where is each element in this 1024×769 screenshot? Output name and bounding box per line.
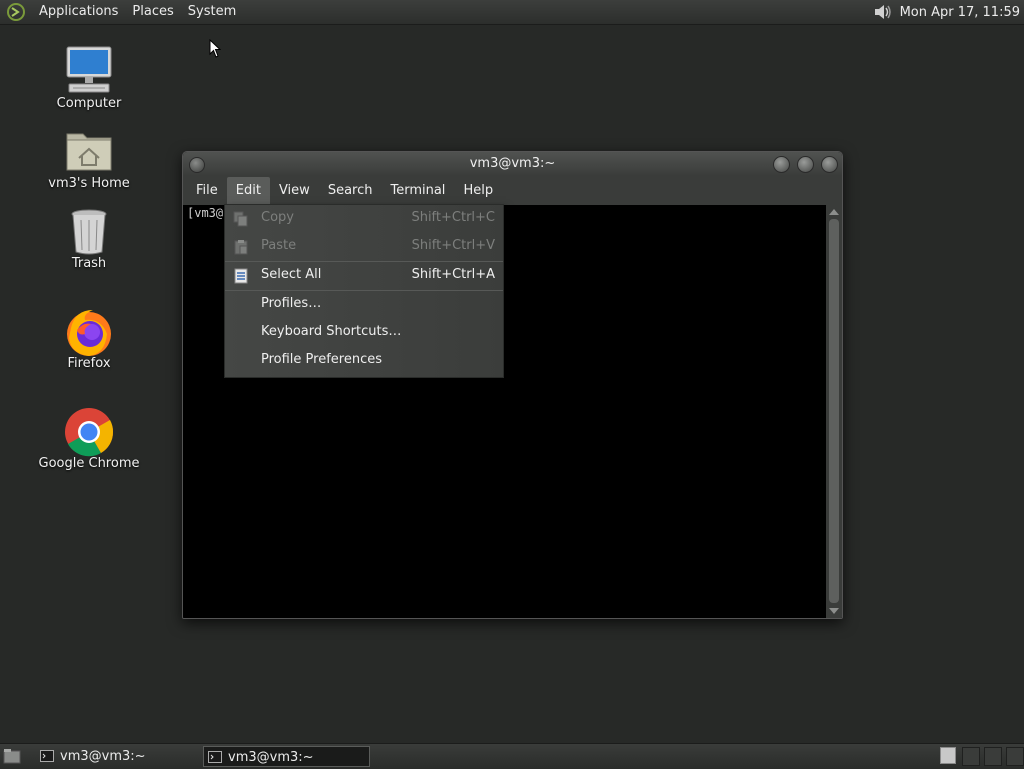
workspace-3[interactable] xyxy=(984,747,1002,766)
scroll-thumb[interactable] xyxy=(829,219,839,603)
system-menu[interactable]: System xyxy=(181,0,243,24)
menu-item-label: Paste xyxy=(261,238,297,253)
menu-file[interactable]: File xyxy=(187,177,227,204)
desktop-icon-home[interactable]: vm3's Home xyxy=(29,124,149,191)
terminal-icon xyxy=(40,750,54,762)
taskbar-button-active[interactable]: vm3@vm3:~ xyxy=(203,746,370,767)
top-panel: Applications Places System Mon Apr 17, 1… xyxy=(0,0,1024,25)
paste-icon xyxy=(234,240,248,255)
close-button[interactable] xyxy=(821,156,838,173)
menu-item-profiles[interactable]: Profiles… xyxy=(225,291,503,317)
menu-item-select-all[interactable]: Select All Shift+Ctrl+A xyxy=(225,262,503,288)
home-folder-icon xyxy=(66,133,112,171)
trash-icon xyxy=(71,209,107,255)
menu-item-copy[interactable]: Copy Shift+Ctrl+C xyxy=(225,205,503,231)
chrome-icon xyxy=(65,408,114,457)
window-menubar: File Edit View Search Terminal Help xyxy=(183,176,842,205)
menu-item-shortcut: Shift+Ctrl+V xyxy=(411,238,495,253)
menu-item-keyboard-shortcuts[interactable]: Keyboard Shortcuts… xyxy=(225,319,503,345)
menu-edit[interactable]: Edit xyxy=(226,177,270,204)
menu-view[interactable]: View xyxy=(270,177,319,204)
menu-item-label: Select All xyxy=(261,267,322,282)
firefox-icon xyxy=(67,310,111,356)
show-desktop-icon[interactable] xyxy=(3,748,21,764)
select-all-icon xyxy=(234,268,248,284)
volume-icon[interactable] xyxy=(872,2,892,22)
desktop-icon-label: Google Chrome xyxy=(38,456,140,471)
mouse-pointer-icon xyxy=(209,39,221,58)
menu-item-shortcut: Shift+Ctrl+A xyxy=(411,267,495,282)
workspace-4[interactable] xyxy=(1006,747,1024,766)
applications-menu[interactable]: Applications xyxy=(32,0,125,24)
places-menu[interactable]: Places xyxy=(125,0,180,24)
edit-menu-dropdown: Copy Shift+Ctrl+C Paste Shift+Ctrl+V Sel… xyxy=(224,204,504,378)
menu-terminal[interactable]: Terminal xyxy=(381,177,454,204)
desktop-icon-label: Firefox xyxy=(67,356,111,371)
scroll-down-icon[interactable] xyxy=(829,608,839,614)
desktop-icon-firefox[interactable]: Firefox xyxy=(29,304,149,371)
window-title: vm3@vm3:~ xyxy=(469,156,556,171)
menu-item-label: Profiles… xyxy=(261,296,322,311)
taskbar-button-label: vm3@vm3:~ xyxy=(228,750,314,765)
desktop-icon-label: Trash xyxy=(71,256,107,271)
menu-item-label: Copy xyxy=(261,210,294,225)
panel-tray: Mon Apr 17, 11:59 xyxy=(872,2,1024,22)
desktop-icon-label: vm3's Home xyxy=(48,176,130,191)
copy-icon xyxy=(233,211,248,227)
workspace-1[interactable] xyxy=(940,747,956,764)
terminal-prompt: [vm3@ xyxy=(187,206,224,220)
clock[interactable]: Mon Apr 17, 11:59 xyxy=(900,5,1024,20)
menu-item-label: Profile Preferences xyxy=(261,352,383,367)
minimize-button[interactable] xyxy=(773,156,790,173)
desktop-icon-computer[interactable]: Computer xyxy=(29,44,149,111)
workspace-2[interactable] xyxy=(962,747,980,766)
taskbar-button[interactable]: vm3@vm3:~ xyxy=(36,746,196,767)
menu-item-paste[interactable]: Paste Shift+Ctrl+V xyxy=(225,233,503,259)
menu-item-label: Keyboard Shortcuts… xyxy=(261,324,402,339)
taskbar-button-label: vm3@vm3:~ xyxy=(60,749,146,764)
window-menu-icon[interactable] xyxy=(189,157,205,173)
desktop-icon-label: Computer xyxy=(56,96,122,111)
menu-search[interactable]: Search xyxy=(319,177,382,204)
menu-help[interactable]: Help xyxy=(454,177,502,204)
distro-logo-icon[interactable] xyxy=(6,2,26,22)
terminal-icon xyxy=(208,751,222,763)
menu-item-profile-preferences[interactable]: Profile Preferences xyxy=(225,347,503,373)
scroll-up-icon[interactable] xyxy=(829,209,839,215)
scrollbar[interactable] xyxy=(826,205,842,618)
computer-icon xyxy=(66,46,112,93)
desktop-icon-chrome[interactable]: Google Chrome xyxy=(29,404,149,471)
desktop-icon-trash[interactable]: Trash xyxy=(29,204,149,271)
bottom-panel: vm3@vm3:~ vm3@vm3:~ xyxy=(0,743,1024,769)
window-titlebar[interactable]: vm3@vm3:~ xyxy=(183,152,842,176)
menu-item-shortcut: Shift+Ctrl+C xyxy=(411,210,495,225)
maximize-button[interactable] xyxy=(797,156,814,173)
